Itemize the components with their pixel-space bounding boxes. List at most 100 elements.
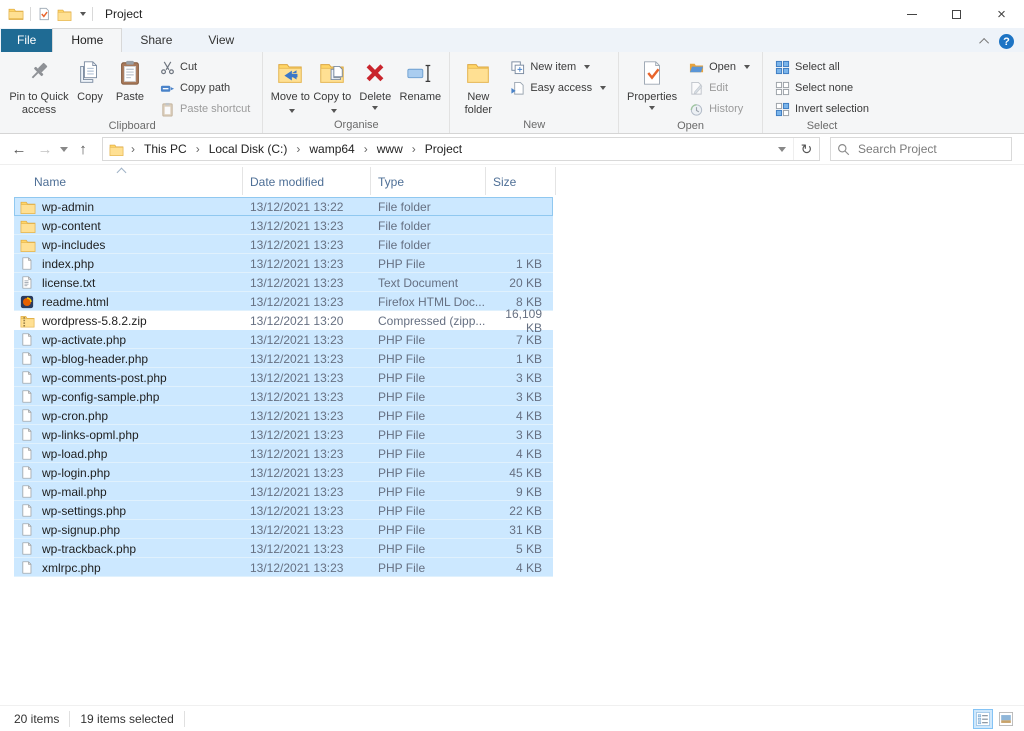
copy-button[interactable]: Copy — [70, 55, 110, 106]
column-header-date-modified[interactable]: Date modified — [243, 167, 371, 195]
file-row[interactable]: wp-config-sample.php 13/12/2021 13:23 PH… — [14, 387, 553, 406]
file-row[interactable]: wp-content 13/12/2021 13:23 File folder — [14, 216, 553, 235]
ribbon-group-clipboard: Pin to Quick access Copy Paste — [2, 52, 262, 133]
file-type: File folder — [371, 238, 486, 252]
ribbon-collapse-icon[interactable] — [979, 38, 989, 48]
search-box[interactable] — [830, 137, 1012, 161]
column-header-type[interactable]: Type — [371, 167, 486, 195]
file-row[interactable]: readme.html 13/12/2021 13:23 Firefox HTM… — [14, 292, 553, 311]
select-none-icon — [775, 81, 790, 96]
file-name-cell: wp-signup.php — [14, 522, 243, 538]
invert-selection-button[interactable]: Invert selection — [771, 99, 873, 119]
qat-customize-icon[interactable] — [80, 12, 86, 16]
recent-locations-icon[interactable] — [60, 147, 68, 152]
file-name: wp-signup.php — [42, 523, 120, 537]
file-row[interactable]: wp-includes 13/12/2021 13:23 File folder — [14, 235, 553, 254]
file-row[interactable]: wp-login.php 13/12/2021 13:23 PHP File 4… — [14, 463, 553, 482]
details-view-button[interactable] — [973, 709, 993, 729]
file-size: 5 KB — [486, 542, 548, 556]
file-row[interactable]: license.txt 13/12/2021 13:23 Text Docume… — [14, 273, 553, 292]
file-row[interactable]: wordpress-5.8.2.zip 13/12/2021 13:20 Com… — [14, 311, 553, 330]
new-folder-quick-icon[interactable] — [57, 8, 72, 21]
new-item-button[interactable]: New item — [506, 57, 610, 77]
breadcrumb-item[interactable]: This PC — [142, 140, 189, 158]
file-row[interactable]: xmlrpc.php 13/12/2021 13:23 PHP File 4 K… — [14, 558, 553, 577]
file-icon — [20, 332, 36, 348]
copy-to-button[interactable]: Copy to — [311, 55, 353, 118]
file-size: 31 KB — [486, 523, 548, 537]
file-row[interactable]: wp-blog-header.php 13/12/2021 13:23 PHP … — [14, 349, 553, 368]
properties-button[interactable]: Properties — [625, 55, 679, 112]
address-box[interactable]: ›This PC›Local Disk (C:)›wamp64›www›Proj… — [102, 137, 820, 161]
cut-button[interactable]: Cut — [156, 57, 254, 77]
file-row[interactable]: wp-activate.php 13/12/2021 13:23 PHP Fil… — [14, 330, 553, 349]
column-name-label: Name — [34, 175, 66, 189]
tab-share[interactable]: Share — [122, 29, 190, 52]
help-icon[interactable]: ? — [999, 34, 1014, 49]
breadcrumb-item[interactable]: Project — [423, 140, 464, 158]
properties-label: Properties — [627, 91, 677, 104]
column-header-name[interactable]: Name — [14, 167, 243, 195]
file-date-modified: 13/12/2021 13:23 — [243, 390, 371, 404]
file-row[interactable]: wp-admin 13/12/2021 13:22 File folder — [14, 197, 553, 216]
maximize-button[interactable] — [934, 0, 979, 28]
address-bar-row: ← → ↑ ›This PC›Local Disk (C:)›wamp64›ww… — [0, 134, 1024, 165]
copy-path-icon — [160, 81, 175, 96]
breadcrumb-separator-icon: › — [412, 142, 416, 156]
file-name: license.txt — [42, 276, 95, 290]
close-button[interactable]: × — [979, 0, 1024, 28]
file-row[interactable]: wp-signup.php 13/12/2021 13:23 PHP File … — [14, 520, 553, 539]
file-row[interactable]: wp-load.php 13/12/2021 13:23 PHP File 4 … — [14, 444, 553, 463]
refresh-button[interactable]: ↻ — [793, 138, 819, 160]
breadcrumb-item[interactable]: wamp64 — [307, 140, 356, 158]
file-row[interactable]: wp-cron.php 13/12/2021 13:23 PHP File 4 … — [14, 406, 553, 425]
tab-file[interactable]: File — [1, 29, 52, 52]
folder-icon — [20, 199, 36, 215]
copy-path-button[interactable]: Copy path — [156, 78, 254, 98]
file-type: Text Document — [371, 276, 486, 290]
rename-button[interactable]: Rename — [397, 55, 443, 106]
move-to-button[interactable]: Move to — [269, 55, 311, 118]
paste-button[interactable]: Paste — [110, 55, 150, 106]
address-dropdown-button[interactable] — [771, 138, 793, 160]
delete-button[interactable]: Delete — [353, 55, 397, 112]
edit-label: Edit — [709, 82, 728, 94]
column-header-size[interactable]: Size — [486, 167, 556, 195]
new-item-label: New item — [530, 61, 576, 73]
forward-button: → — [32, 137, 58, 161]
breadcrumb-item[interactable]: Local Disk (C:) — [207, 140, 290, 158]
pin-to-quick-access-button[interactable]: Pin to Quick access — [8, 55, 70, 118]
file-type: PHP File — [371, 352, 486, 366]
history-label: History — [709, 103, 743, 115]
rename-label: Rename — [400, 91, 442, 104]
paste-shortcut-button: Paste shortcut — [156, 99, 254, 119]
titlebar-separator — [30, 7, 31, 21]
back-icon: ← — [12, 141, 27, 158]
file-row[interactable]: wp-trackback.php 13/12/2021 13:23 PHP Fi… — [14, 539, 553, 558]
file-row[interactable]: wp-mail.php 13/12/2021 13:23 PHP File 9 … — [14, 482, 553, 501]
file-row[interactable]: index.php 13/12/2021 13:23 PHP File 1 KB — [14, 254, 553, 273]
back-button[interactable]: ← — [6, 137, 32, 161]
properties-quick-icon[interactable] — [37, 7, 51, 21]
open-button[interactable]: Open — [685, 57, 754, 77]
file-type: PHP File — [371, 257, 486, 271]
easy-access-button[interactable]: Easy access — [506, 78, 610, 98]
breadcrumb-item[interactable]: www — [375, 140, 405, 158]
large-icons-view-button[interactable] — [996, 709, 1016, 729]
file-size: 45 KB — [486, 466, 548, 480]
new-folder-button[interactable]: New folder — [456, 55, 500, 118]
search-input[interactable] — [858, 142, 1005, 156]
title-bar: Project × — [0, 0, 1024, 28]
file-size: 1 KB — [486, 257, 548, 271]
ribbon-group-select: Select all Select none Invert selection — [762, 52, 881, 133]
tab-view[interactable]: View — [190, 29, 252, 52]
breadcrumb: ›This PC›Local Disk (C:)›wamp64›www›Proj… — [124, 140, 771, 158]
file-row[interactable]: wp-settings.php 13/12/2021 13:23 PHP Fil… — [14, 501, 553, 520]
tab-home[interactable]: Home — [52, 28, 122, 52]
select-all-button[interactable]: Select all — [771, 57, 873, 77]
file-row[interactable]: wp-links-opml.php 13/12/2021 13:23 PHP F… — [14, 425, 553, 444]
select-none-button[interactable]: Select none — [771, 78, 873, 98]
minimize-button[interactable] — [889, 0, 934, 28]
up-button[interactable]: ↑ — [70, 137, 96, 161]
file-row[interactable]: wp-comments-post.php 13/12/2021 13:23 PH… — [14, 368, 553, 387]
